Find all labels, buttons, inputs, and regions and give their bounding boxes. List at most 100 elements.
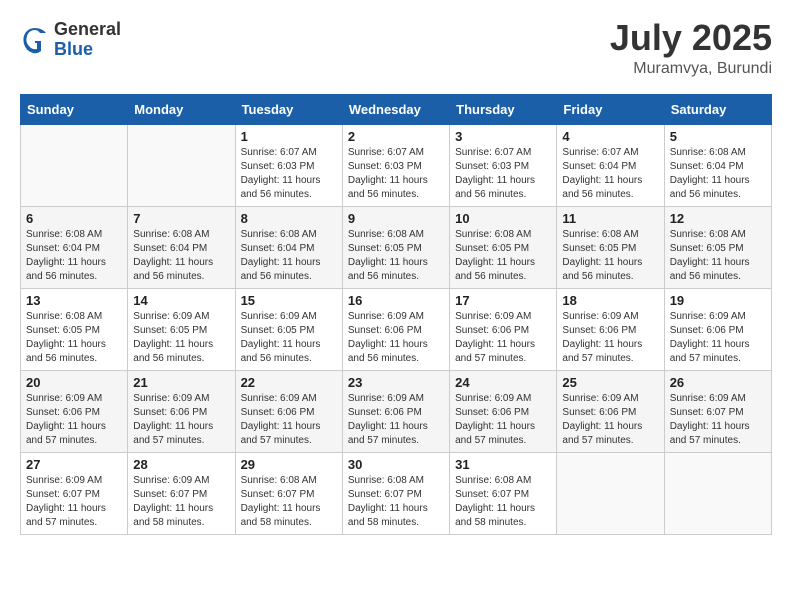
day-info: Sunrise: 6:08 AM Sunset: 6:04 PM Dayligh… bbox=[133, 228, 229, 284]
day-number: 2 bbox=[348, 129, 444, 144]
calendar-cell: 5 Sunrise: 6:08 AM Sunset: 6:04 PM Daylig… bbox=[664, 125, 771, 207]
day-info: Sunrise: 6:09 AM Sunset: 6:07 PM Dayligh… bbox=[26, 474, 122, 530]
day-info: Sunrise: 6:08 AM Sunset: 6:04 PM Dayligh… bbox=[26, 228, 122, 284]
day-of-week-header: Tuesday bbox=[235, 95, 342, 125]
day-number: 21 bbox=[133, 375, 229, 390]
day-info: Sunrise: 6:08 AM Sunset: 6:05 PM Dayligh… bbox=[26, 310, 122, 366]
calendar-header-row: SundayMondayTuesdayWednesdayThursdayFrid… bbox=[21, 95, 772, 125]
day-number: 24 bbox=[455, 375, 551, 390]
day-number: 29 bbox=[241, 457, 337, 472]
day-info: Sunrise: 6:09 AM Sunset: 6:06 PM Dayligh… bbox=[348, 310, 444, 366]
day-info: Sunrise: 6:08 AM Sunset: 6:05 PM Dayligh… bbox=[670, 228, 766, 284]
calendar-week-row: 20 Sunrise: 6:09 AM Sunset: 6:06 PM Dayli… bbox=[21, 371, 772, 453]
day-number: 12 bbox=[670, 211, 766, 226]
day-info: Sunrise: 6:07 AM Sunset: 6:03 PM Dayligh… bbox=[348, 146, 444, 202]
calendar-cell bbox=[128, 125, 235, 207]
calendar-cell: 27 Sunrise: 6:09 AM Sunset: 6:07 PM Dayli… bbox=[21, 453, 128, 535]
calendar-cell: 1Sunrise: 6:07 AM Sunset: 6:03 PM Daylig… bbox=[235, 125, 342, 207]
day-info: Sunrise: 6:09 AM Sunset: 6:06 PM Dayligh… bbox=[455, 310, 551, 366]
calendar: SundayMondayTuesdayWednesdayThursdayFrid… bbox=[20, 94, 772, 535]
day-number: 3 bbox=[455, 129, 551, 144]
calendar-cell: 7 Sunrise: 6:08 AM Sunset: 6:04 PM Daylig… bbox=[128, 207, 235, 289]
day-info: Sunrise: 6:07 AM Sunset: 6:04 PM Dayligh… bbox=[562, 146, 658, 202]
calendar-cell: 24 Sunrise: 6:09 AM Sunset: 6:06 PM Dayli… bbox=[450, 371, 557, 453]
day-number: 9 bbox=[348, 211, 444, 226]
calendar-cell: 22 Sunrise: 6:09 AM Sunset: 6:06 PM Dayli… bbox=[235, 371, 342, 453]
day-info: Sunrise: 6:09 AM Sunset: 6:06 PM Dayligh… bbox=[348, 392, 444, 448]
day-number: 11 bbox=[562, 211, 658, 226]
calendar-cell: 12 Sunrise: 6:08 AM Sunset: 6:05 PM Dayli… bbox=[664, 207, 771, 289]
logo-icon bbox=[20, 25, 50, 55]
day-info: Sunrise: 6:09 AM Sunset: 6:06 PM Dayligh… bbox=[26, 392, 122, 448]
calendar-cell: 14 Sunrise: 6:09 AM Sunset: 6:05 PM Dayli… bbox=[128, 289, 235, 371]
logo-text: General Blue bbox=[54, 20, 121, 60]
calendar-cell: 17Sunrise: 6:09 AM Sunset: 6:06 PM Dayli… bbox=[450, 289, 557, 371]
day-info: Sunrise: 6:09 AM Sunset: 6:06 PM Dayligh… bbox=[455, 392, 551, 448]
logo: General Blue bbox=[20, 20, 121, 60]
logo-blue: Blue bbox=[54, 40, 121, 60]
day-number: 23 bbox=[348, 375, 444, 390]
day-number: 7 bbox=[133, 211, 229, 226]
calendar-cell: 25Sunrise: 6:09 AM Sunset: 6:06 PM Dayli… bbox=[557, 371, 664, 453]
day-info: Sunrise: 6:09 AM Sunset: 6:05 PM Dayligh… bbox=[241, 310, 337, 366]
day-number: 30 bbox=[348, 457, 444, 472]
title-section: July 2025 Muramvya, Burundi bbox=[610, 20, 772, 78]
day-number: 4 bbox=[562, 129, 658, 144]
day-info: Sunrise: 6:09 AM Sunset: 6:06 PM Dayligh… bbox=[562, 310, 658, 366]
day-of-week-header: Saturday bbox=[664, 95, 771, 125]
calendar-cell: 4 Sunrise: 6:07 AM Sunset: 6:04 PM Daylig… bbox=[557, 125, 664, 207]
day-info: Sunrise: 6:08 AM Sunset: 6:07 PM Dayligh… bbox=[348, 474, 444, 530]
day-of-week-header: Sunday bbox=[21, 95, 128, 125]
calendar-cell: 28 Sunrise: 6:09 AM Sunset: 6:07 PM Dayli… bbox=[128, 453, 235, 535]
day-info: Sunrise: 6:08 AM Sunset: 6:05 PM Dayligh… bbox=[455, 228, 551, 284]
day-number: 20 bbox=[26, 375, 122, 390]
day-info: Sunrise: 6:09 AM Sunset: 6:06 PM Dayligh… bbox=[133, 392, 229, 448]
calendar-cell: 8 Sunrise: 6:08 AM Sunset: 6:04 PM Daylig… bbox=[235, 207, 342, 289]
calendar-week-row: 27 Sunrise: 6:09 AM Sunset: 6:07 PM Dayli… bbox=[21, 453, 772, 535]
day-number: 6 bbox=[26, 211, 122, 226]
calendar-cell: 19 Sunrise: 6:09 AM Sunset: 6:06 PM Dayli… bbox=[664, 289, 771, 371]
calendar-cell: 3Sunrise: 6:07 AM Sunset: 6:03 PM Daylig… bbox=[450, 125, 557, 207]
day-number: 22 bbox=[241, 375, 337, 390]
day-info: Sunrise: 6:09 AM Sunset: 6:07 PM Dayligh… bbox=[670, 392, 766, 448]
day-of-week-header: Monday bbox=[128, 95, 235, 125]
calendar-cell: 15Sunrise: 6:09 AM Sunset: 6:05 PM Dayli… bbox=[235, 289, 342, 371]
calendar-cell: 23 Sunrise: 6:09 AM Sunset: 6:06 PM Dayli… bbox=[342, 371, 449, 453]
day-number: 10 bbox=[455, 211, 551, 226]
calendar-cell bbox=[664, 453, 771, 535]
calendar-cell: 13Sunrise: 6:08 AM Sunset: 6:05 PM Dayli… bbox=[21, 289, 128, 371]
calendar-cell: 21 Sunrise: 6:09 AM Sunset: 6:06 PM Dayli… bbox=[128, 371, 235, 453]
day-info: Sunrise: 6:08 AM Sunset: 6:04 PM Dayligh… bbox=[241, 228, 337, 284]
calendar-cell: 10 Sunrise: 6:08 AM Sunset: 6:05 PM Dayli… bbox=[450, 207, 557, 289]
day-number: 5 bbox=[670, 129, 766, 144]
day-number: 19 bbox=[670, 293, 766, 308]
day-info: Sunrise: 6:08 AM Sunset: 6:05 PM Dayligh… bbox=[562, 228, 658, 284]
day-of-week-header: Wednesday bbox=[342, 95, 449, 125]
calendar-cell: 11 Sunrise: 6:08 AM Sunset: 6:05 PM Dayli… bbox=[557, 207, 664, 289]
calendar-week-row: 13Sunrise: 6:08 AM Sunset: 6:05 PM Dayli… bbox=[21, 289, 772, 371]
day-of-week-header: Thursday bbox=[450, 95, 557, 125]
day-number: 28 bbox=[133, 457, 229, 472]
day-info: Sunrise: 6:09 AM Sunset: 6:05 PM Dayligh… bbox=[133, 310, 229, 366]
day-number: 8 bbox=[241, 211, 337, 226]
calendar-cell: 29Sunrise: 6:08 AM Sunset: 6:07 PM Dayli… bbox=[235, 453, 342, 535]
day-number: 27 bbox=[26, 457, 122, 472]
day-number: 16 bbox=[348, 293, 444, 308]
day-of-week-header: Friday bbox=[557, 95, 664, 125]
calendar-cell: 20 Sunrise: 6:09 AM Sunset: 6:06 PM Dayli… bbox=[21, 371, 128, 453]
calendar-cell: 26 Sunrise: 6:09 AM Sunset: 6:07 PM Dayli… bbox=[664, 371, 771, 453]
calendar-cell: 9 Sunrise: 6:08 AM Sunset: 6:05 PM Daylig… bbox=[342, 207, 449, 289]
calendar-cell: 30 Sunrise: 6:08 AM Sunset: 6:07 PM Dayli… bbox=[342, 453, 449, 535]
calendar-cell bbox=[557, 453, 664, 535]
calendar-cell: 2 Sunrise: 6:07 AM Sunset: 6:03 PM Daylig… bbox=[342, 125, 449, 207]
page-header: General Blue July 2025 Muramvya, Burundi bbox=[20, 20, 772, 78]
day-info: Sunrise: 6:08 AM Sunset: 6:05 PM Dayligh… bbox=[348, 228, 444, 284]
day-info: Sunrise: 6:08 AM Sunset: 6:04 PM Dayligh… bbox=[670, 146, 766, 202]
month-year: July 2025 bbox=[610, 20, 772, 56]
day-info: Sunrise: 6:09 AM Sunset: 6:07 PM Dayligh… bbox=[133, 474, 229, 530]
day-info: Sunrise: 6:09 AM Sunset: 6:06 PM Dayligh… bbox=[670, 310, 766, 366]
day-number: 26 bbox=[670, 375, 766, 390]
day-number: 14 bbox=[133, 293, 229, 308]
day-number: 18 bbox=[562, 293, 658, 308]
day-info: Sunrise: 6:09 AM Sunset: 6:06 PM Dayligh… bbox=[241, 392, 337, 448]
